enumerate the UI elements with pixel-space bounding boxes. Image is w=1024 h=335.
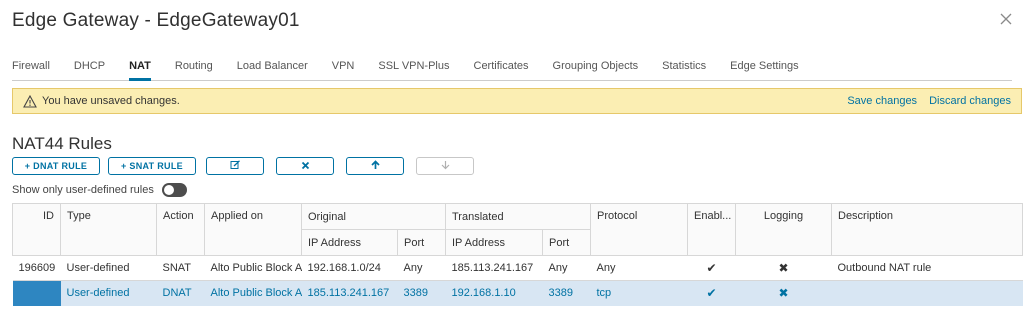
cell-protocol: Any [590,255,688,281]
arrow-down-icon [441,160,450,172]
enabled-check-icon: ✔ [687,280,736,306]
header-original-ip[interactable]: IP Address [301,229,398,256]
header-logging[interactable]: Logging [735,203,832,256]
header-id[interactable]: ID [12,203,61,256]
warning-icon [23,94,37,108]
tab-nat[interactable]: NAT [129,56,151,81]
cell-applied-on: Alto Public Block A [204,280,302,306]
user-defined-filter: Show only user-defined rules [12,183,187,197]
close-icon[interactable] [998,12,1014,28]
tab-vpn[interactable]: VPN [332,56,355,80]
tab-firewall[interactable]: Firewall [12,56,50,80]
tab-certificates[interactable]: Certificates [474,56,529,80]
cell-type: User-defined [60,255,157,281]
cell-id: 196609 [12,255,61,281]
add-dnat-rule-button[interactable]: + DNAT RULE [12,157,100,175]
cell-translated-ip: 185.113.241.167 [445,255,543,281]
filter-label: Show only user-defined rules [12,184,154,196]
cell-description [831,280,1023,306]
header-translated: Translated [445,203,591,230]
header-description[interactable]: Description [831,203,1023,256]
user-defined-toggle[interactable] [161,183,187,197]
arrow-up-icon [370,160,380,172]
tab-routing[interactable]: Routing [175,56,213,80]
delete-icon [301,161,310,172]
nat-rules-table: ID Type Action Applied on Original Trans… [12,203,1023,306]
cell-action: SNAT [156,255,205,281]
tab-grouping-objects[interactable]: Grouping Objects [553,56,639,80]
cell-action: DNAT [156,280,205,306]
cell-translated-port: 3389 [542,280,591,306]
unsaved-changes-banner: You have unsaved changes. Save changes D… [12,88,1022,114]
tab-ssl-vpn-plus[interactable]: SSL VPN-Plus [378,56,449,80]
cell-original-ip: 192.168.1.0/24 [301,255,398,281]
save-changes-link[interactable]: Save changes [847,95,917,107]
add-snat-rule-button[interactable]: + SNAT RULE [108,157,196,175]
window-title: Edge Gateway - EdgeGateway01 [12,10,300,31]
header-type[interactable]: Type [60,203,157,256]
header-enabled[interactable]: Enabl... [687,203,736,256]
cell-description: Outbound NAT rule [831,255,1023,281]
cell-translated-ip: 192.168.1.10 [445,280,543,306]
header-protocol[interactable]: Protocol [590,203,688,256]
cell-original-port: 3389 [397,280,446,306]
move-up-button[interactable] [346,157,404,175]
tab-dhcp[interactable]: DHCP [74,56,105,80]
edit-icon [230,160,241,172]
logging-disabled-icon: ✖ [735,280,832,306]
tab-statistics[interactable]: Statistics [662,56,706,80]
table-row-selected[interactable]: User-defined DNAT Alto Public Block A 18… [12,280,1023,306]
tab-edge-settings[interactable]: Edge Settings [730,56,799,80]
banner-message: You have unsaved changes. [42,95,180,107]
header-applied-on[interactable]: Applied on [204,203,302,256]
header-translated-ip[interactable]: IP Address [445,229,543,256]
header-translated-port[interactable]: Port [542,229,591,256]
move-down-button[interactable] [416,157,474,175]
tab-load-balancer[interactable]: Load Balancer [237,56,308,80]
discard-changes-link[interactable]: Discard changes [929,95,1011,107]
cell-type: User-defined [60,280,157,306]
cell-translated-port: Any [542,255,591,281]
cell-applied-on: Alto Public Block A [204,255,302,281]
cell-original-ip: 185.113.241.167 [301,280,398,306]
header-original-port[interactable]: Port [397,229,446,256]
table-row[interactable]: 196609 User-defined SNAT Alto Public Blo… [12,255,1023,281]
header-original: Original [301,203,446,230]
header-action[interactable]: Action [156,203,205,256]
cell-protocol: tcp [590,280,688,306]
logging-disabled-icon: ✖ [735,255,832,281]
tab-bar: Firewall DHCP NAT Routing Load Balancer … [12,56,1012,81]
section-title: NAT44 Rules [12,134,112,153]
cell-original-port: Any [397,255,446,281]
edit-rule-button[interactable] [206,157,264,175]
rule-toolbar: + DNAT RULE + SNAT RULE [12,157,474,175]
cell-id [12,280,61,306]
enabled-check-icon: ✔ [687,255,736,281]
delete-rule-button[interactable] [276,157,334,175]
